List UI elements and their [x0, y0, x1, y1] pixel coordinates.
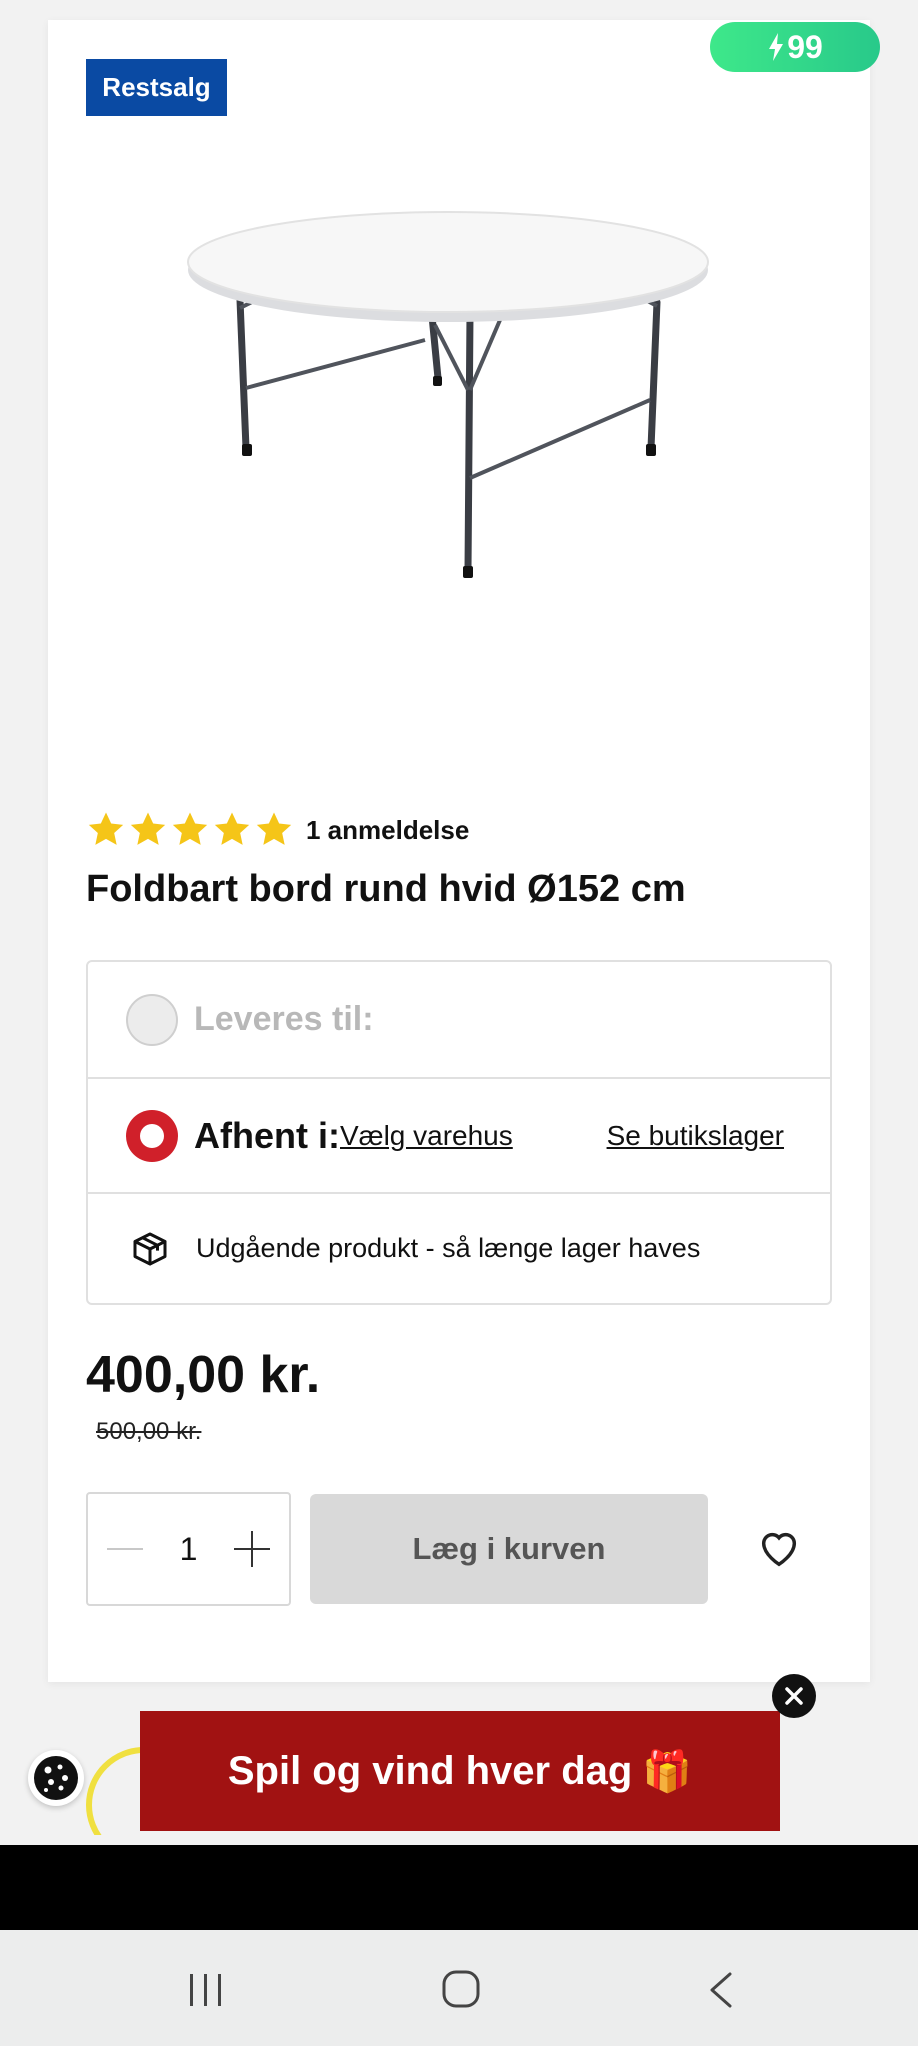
- product-title: Foldbart bord rund hvid Ø152 cm: [86, 868, 686, 910]
- promo-text: Spil og vind hver dag: [227, 1748, 633, 1793]
- quantity-value[interactable]: 1: [180, 1531, 198, 1568]
- star-icon: [256, 812, 292, 845]
- table-illustration: [187, 211, 709, 578]
- rating[interactable]: 1 anmeldelse: [86, 810, 469, 850]
- decrease-quantity-button[interactable]: [106, 1530, 144, 1568]
- box-icon: [133, 1232, 167, 1265]
- bolt-icon: [769, 33, 784, 61]
- old-price: 500,00 kr.: [96, 1418, 202, 1445]
- home-icon[interactable]: [440, 1968, 482, 2010]
- rating-stars: [86, 810, 294, 850]
- increase-quantity-button[interactable]: [233, 1530, 271, 1568]
- delivery-options: Leveres til: Afhent i: Vælg varehus Se b…: [86, 960, 832, 1305]
- pickup-label: Afhent i:: [194, 1114, 340, 1156]
- recent-apps-icon[interactable]: [186, 1972, 226, 2008]
- star-icon: [214, 812, 250, 845]
- plus-icon: [233, 1531, 270, 1567]
- star-icon: [130, 812, 166, 845]
- close-promo-button[interactable]: [772, 1674, 816, 1718]
- add-to-cart-button[interactable]: Læg i kurven: [310, 1494, 708, 1604]
- heart-icon[interactable]: [756, 1525, 802, 1571]
- star-icon: [172, 812, 208, 845]
- product-image[interactable]: [160, 190, 740, 590]
- stock-note-row: Udgående produkt - så længe lager haves: [88, 1192, 830, 1303]
- sale-badge: Restsalg: [86, 59, 227, 116]
- speed-value: 99: [787, 28, 823, 65]
- gift-icon: 🎁: [642, 1749, 693, 1794]
- minus-icon: [107, 1548, 143, 1550]
- store-stock-link[interactable]: Se butikslager: [607, 1120, 784, 1152]
- pickup-option-row[interactable]: Afhent i: Vælg varehus Se butikslager: [88, 1077, 830, 1192]
- quantity-stepper: 1: [86, 1492, 291, 1606]
- promo-banner[interactable]: Spil og vind hver dag 🎁: [140, 1711, 780, 1831]
- cookie-icon: [34, 1756, 78, 1800]
- delivery-option-row[interactable]: Leveres til:: [88, 962, 830, 1077]
- cookie-settings-button[interactable]: [28, 1750, 84, 1806]
- choose-store-link[interactable]: Vælg varehus: [340, 1120, 513, 1152]
- star-icon: [88, 812, 124, 845]
- deliver-label: Leveres til:: [194, 1000, 374, 1038]
- stock-note: Udgående produkt - så længe lager haves: [196, 1233, 701, 1263]
- close-icon: [785, 1687, 803, 1705]
- back-icon[interactable]: [706, 1970, 736, 2010]
- prize-wheel-peek[interactable]: [84, 1745, 144, 1835]
- review-count[interactable]: 1 anmeldelse: [306, 815, 469, 846]
- system-black-bar: [0, 1845, 918, 1930]
- speed-indicator[interactable]: 99: [710, 22, 880, 72]
- deliver-radio[interactable]: [126, 993, 178, 1046]
- current-price: 400,00 kr.: [86, 1346, 321, 1404]
- pickup-radio[interactable]: [126, 1109, 178, 1162]
